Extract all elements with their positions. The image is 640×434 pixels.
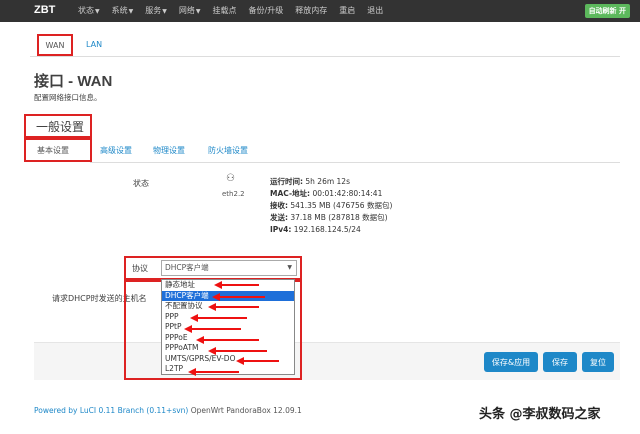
interface-name: eth2.2 [222,190,245,198]
protocol-label: 协议 [132,264,148,273]
red-arrow-icon [196,336,259,344]
reset-button[interactable]: 复位 [582,352,614,372]
nav-item-system[interactable]: 系统▼ [112,5,134,16]
caret-down-icon: ▼ [95,8,100,15]
nav-item-free-memory[interactable]: 释放内存 [295,5,327,16]
status-label: 状态 [133,179,149,188]
red-arrow-icon [184,325,241,333]
red-arrow-icon [236,357,279,365]
subtab-basic[interactable]: 基本设置 [37,145,69,156]
save-apply-button[interactable]: 保存&应用 [484,352,538,372]
subtab-divider [90,162,620,163]
red-arrow-icon [208,303,259,311]
mac-row: MAC-地址: 00:01:42:80:14:41 [270,189,383,198]
tab-lan[interactable]: LAN [86,40,102,49]
ethernet-port-icon: ⚇ [226,173,235,184]
top-navbar: ZBT 状态▼ 系统▼ 服务▼ 网络▼ 挂载点 备份/升级 释放内存 重启 退出… [0,0,640,22]
red-arrow-icon [188,368,239,376]
status-info: 运行时间: 5h 26m 12s MAC-地址: 00:01:42:80:14:… [270,176,392,236]
nav-item-mount[interactable]: 挂载点 [213,5,237,16]
nav-item-services[interactable]: 服务▼ [145,5,167,16]
uptime-row: 运行时间: 5h 26m 12s [270,177,350,186]
red-arrow-icon [208,347,267,355]
nav-item-reboot[interactable]: 重启 [339,5,355,16]
powered-by-footer: Powered by LuCI 0.11 Branch (0.11+svn) O… [34,406,302,415]
page-description: 配置网络接口信息。 [34,93,102,102]
nav-item-status[interactable]: 状态▼ [78,5,100,16]
caret-down-icon: ▼ [128,8,134,15]
page-title: 接口 - WAN [34,73,113,90]
section-title: 一般设置 [24,114,92,138]
main-nav: 状态▼ 系统▼ 服务▼ 网络▼ 挂载点 备份/升级 释放内存 重启 退出 [78,5,395,16]
tx-row: 发送: 37.18 MB (287818 数据包) [270,213,388,222]
luci-link[interactable]: Powered by LuCI 0.11 Branch (0.11+svn) [34,406,188,415]
save-button[interactable]: 保存 [543,352,577,372]
red-arrow-icon [214,281,259,289]
protocol-option[interactable]: UMTS/GPRS/EV-DO [162,354,294,365]
nav-item-logout[interactable]: 退出 [367,5,383,16]
chevron-down-icon: ▼ [287,264,292,271]
caret-down-icon: ▼ [162,8,167,15]
tab-divider [30,56,620,57]
nav-item-backup[interactable]: 备份/升级 [249,5,284,16]
protocol-option[interactable]: PPPoE [162,333,294,344]
watermark: 头条 @李叔数码之家 [479,407,601,422]
rx-row: 接收: 541.35 MB (476756 数据包) [270,201,393,210]
subtab-firewall[interactable]: 防火墙设置 [208,145,248,156]
protocol-select[interactable]: DHCP客户端 ▼ [161,260,297,276]
nav-item-network[interactable]: 网络▼ [179,5,201,16]
red-arrow-icon [190,314,247,322]
subtab-advanced[interactable]: 高级设置 [100,145,132,156]
subtab-physical[interactable]: 物理设置 [153,145,185,156]
red-arrow-icon [212,293,265,301]
caret-down-icon: ▼ [195,8,201,15]
autorefresh-badge[interactable]: 自动刷新 开 [584,4,630,18]
brand-logo[interactable]: ZBT [34,4,55,16]
ipv4-row: IPv4: 192.168.124.5/24 [270,225,361,234]
tab-wan[interactable]: WAN [37,34,73,56]
